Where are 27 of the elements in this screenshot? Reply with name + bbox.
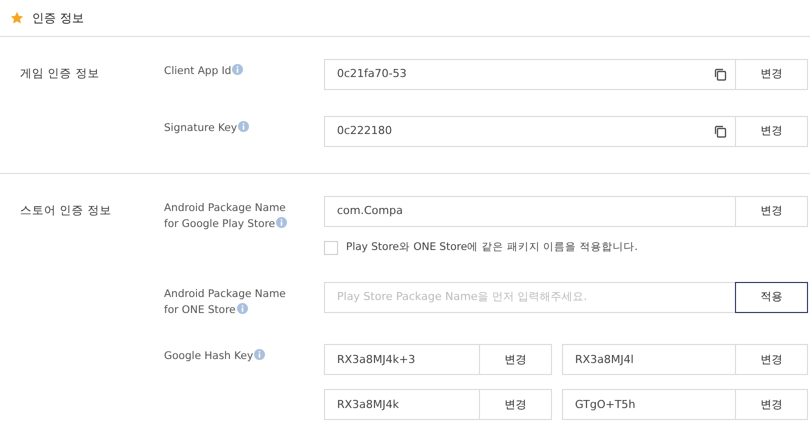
copy-icon[interactable] [714,125,727,138]
apply-button[interactable]: 적용 [735,282,808,313]
star-icon [10,11,24,25]
text-field[interactable]: 0c21fa70-53 변경 [324,59,808,90]
group-title: 스토어 인증 정보 [20,202,112,219]
text-field[interactable]: Play Store Package Name을 먼저 입력해주세요. 적용 [324,282,808,313]
checkbox[interactable] [324,240,338,255]
text-field[interactable]: RX3a8MJ4k+3 변경 [324,344,552,376]
section-title: 인증 정보 [32,10,84,27]
info-icon[interactable] [236,303,248,314]
text-field[interactable]: RX3a8MJ4l 변경 [562,344,808,376]
text-field[interactable]: com.Compa 변경 [324,196,808,227]
text-field[interactable]: RX3a8MJ4k 변경 [324,389,552,420]
field-label: Android Package Name for ONE Store [164,286,287,318]
field-label: Signature Key [164,116,324,147]
info-icon[interactable] [254,349,266,360]
text-field[interactable]: GTgO+T5h 변경 [562,389,808,420]
checkbox-label: Play Store와 ONE Store에 같은 패키지 이름을 적용합니다. [346,240,638,255]
info-icon[interactable] [238,121,250,132]
field-label: Client App Id [164,59,324,90]
field-label: Android Package Name for Google Play Store [164,201,288,232]
group-title: 게임 인증 정보 [20,65,100,82]
info-icon[interactable] [232,64,244,75]
info-icon[interactable] [276,217,288,228]
copy-icon[interactable] [714,68,727,81]
text-field[interactable]: 0c222180 변경 [324,116,808,147]
field-label: Google Hash Key [164,344,324,420]
